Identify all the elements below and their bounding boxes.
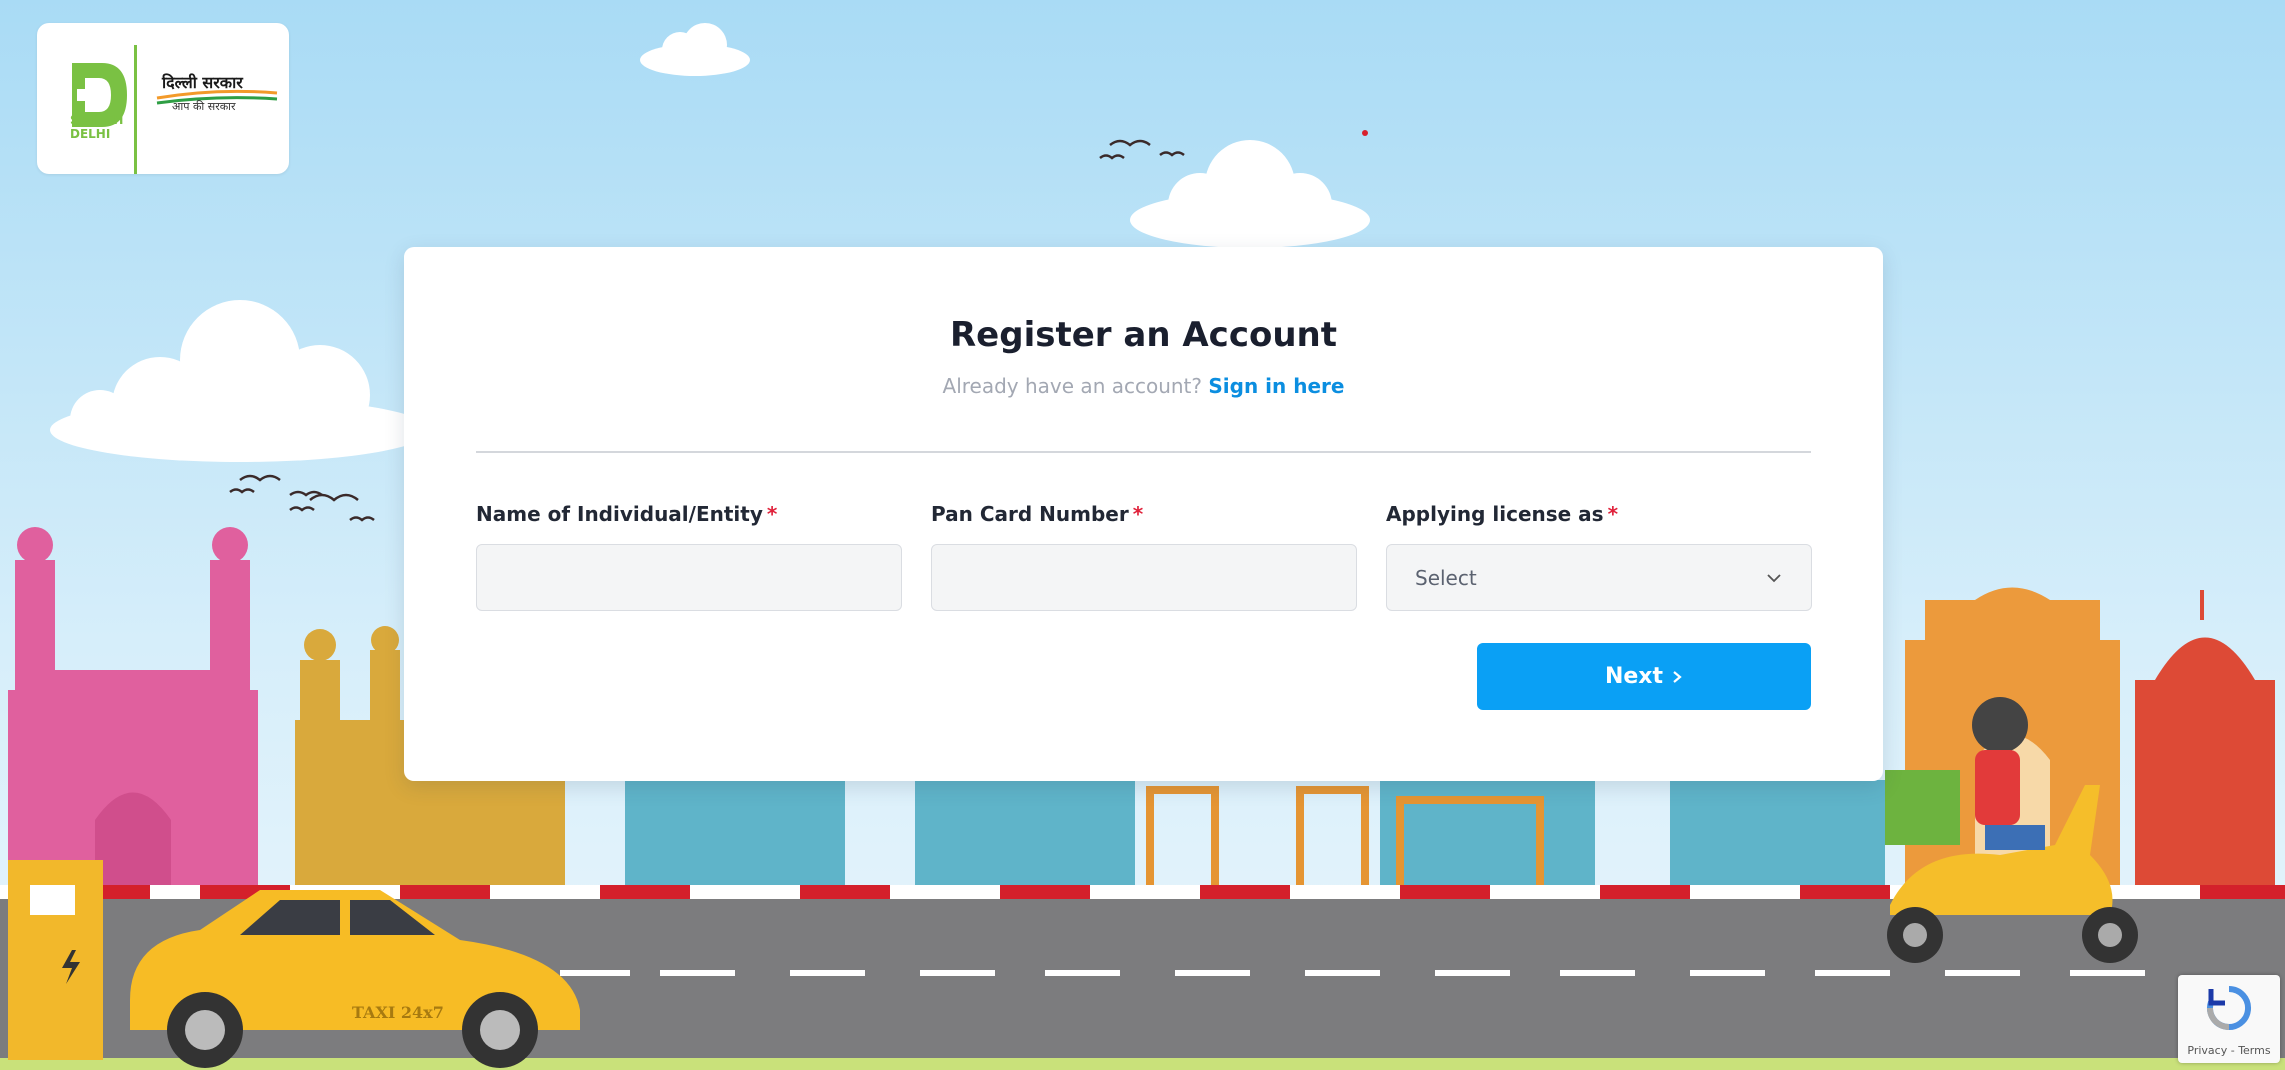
recaptcha-links: Privacy - Terms [2178, 1044, 2280, 1057]
name-input[interactable] [476, 544, 902, 611]
delhi-label: DELHI [70, 127, 111, 141]
chevron-right-icon [1673, 670, 1682, 683]
recaptcha-badge[interactable]: Privacy - Terms [2178, 975, 2280, 1063]
name-label: Name of Individual/Entity * [476, 502, 902, 530]
page-title: Register an Account [949, 315, 1337, 355]
name-label-text: Name of Individual/Entity [476, 502, 763, 526]
logo-card[interactable]: SWITCH DELHI दिल्ली सरकार आप की सरकार [37, 23, 289, 174]
switch-delhi-logo [72, 45, 278, 174]
required-mark: * [1607, 502, 1619, 526]
signin-link[interactable]: Sign in here [1208, 374, 1344, 398]
taxi-label: TAXI 24x7 [352, 1003, 444, 1022]
pan-input[interactable] [931, 544, 1357, 611]
license-field: Applying license as * Select [1386, 502, 1812, 611]
next-button-label: Next [1604, 664, 1664, 689]
required-mark: * [766, 502, 778, 526]
signin-prompt-text: Already have an account? [942, 374, 1203, 398]
pan-label: Pan Card Number * [931, 502, 1357, 530]
required-mark: * [1132, 502, 1144, 526]
pan-field: Pan Card Number * [931, 502, 1357, 611]
license-select[interactable]: Select [1386, 544, 1812, 611]
register-card: Register an Account Already have an acco… [404, 247, 1883, 781]
pan-label-text: Pan Card Number [931, 502, 1129, 526]
signin-prompt: Already have an account? Sign in here [404, 374, 1883, 398]
ev-charger-illustration [8, 860, 103, 1060]
recaptcha-icon [2207, 986, 2251, 1030]
name-field: Name of Individual/Entity * [476, 502, 902, 611]
license-label: Applying license as * [1386, 502, 1812, 530]
recaptcha-separator: - [2227, 1044, 2239, 1057]
chevron-down-icon [1767, 573, 1781, 582]
delhi-govt-label: दिल्ली सरकार [162, 73, 243, 92]
divider [476, 451, 1811, 453]
privacy-link[interactable]: Privacy [2187, 1044, 2227, 1057]
terms-link[interactable]: Terms [2238, 1044, 2270, 1057]
switch-label: SWITCH [70, 113, 124, 127]
license-label-text: Applying license as [1386, 502, 1604, 526]
delhi-govt-tagline: आप की सरकार [172, 100, 236, 113]
next-button[interactable]: Next [1477, 643, 1811, 710]
license-select-value: Select [1415, 565, 1477, 590]
